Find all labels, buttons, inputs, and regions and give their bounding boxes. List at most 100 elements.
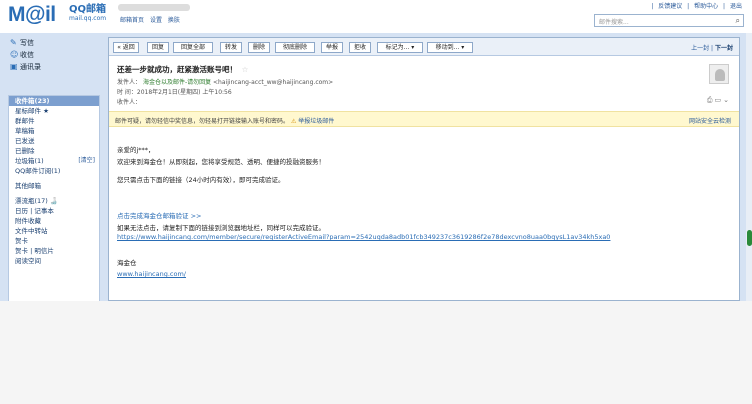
mail-app: M@il QQ邮箱 mail.qq.com 邮箱首页 设置 换肤 | 反馈建议 … xyxy=(0,0,752,404)
folder-spam-label: 垃圾箱(1) xyxy=(15,157,44,165)
signature: 海金仓 xyxy=(117,259,137,267)
folder-sent[interactable]: 已发送 xyxy=(9,136,99,146)
user-links: 邮箱首页 设置 换肤 xyxy=(120,15,184,24)
search-placeholder: 邮件搜索... xyxy=(599,19,629,26)
sidebar: ✎ 写信 ☺ 收信 ▣ 通讯录 收件箱(23) 星标邮件 ★ 群邮件 草稿箱 已发送 … xyxy=(8,37,100,305)
logo-subtitle: QQ邮箱 mail.qq.com xyxy=(69,4,106,23)
main-area: ✎ 写信 ☺ 收信 ▣ 通讯录 收件箱(23) 星标邮件 ★ 群邮件 草稿箱 已发送 … xyxy=(0,33,746,305)
link-logout[interactable]: 退出 xyxy=(730,3,742,10)
from-label: 发件人： xyxy=(117,79,142,86)
folder-starred[interactable]: 星标邮件 ★ xyxy=(9,106,99,116)
mail-body: 亲爱的j***， 欢迎来到海金仓！从即刻起，您将享受规范、透明、便捷的投融资服务… xyxy=(109,133,739,303)
from-line: 发件人： 海金仓以及邮件-请勿回复 <haijincang-acct_ww@ha… xyxy=(117,77,333,86)
separator: | xyxy=(687,3,690,10)
report-button[interactable]: 举报 xyxy=(321,42,343,53)
link-skin[interactable]: 换肤 xyxy=(168,17,180,24)
pen-icon: ✎ xyxy=(10,38,17,47)
star-icon[interactable]: ☆ xyxy=(242,65,249,74)
contacts-label: 通讯录 xyxy=(20,63,41,71)
greeting: 亲爱的j***， xyxy=(117,146,155,154)
logo[interactable]: M@il xyxy=(8,4,56,26)
empty-area xyxy=(0,301,752,404)
person-icon: ☺ xyxy=(10,50,19,59)
link-feedback[interactable]: 反馈建议 xyxy=(658,3,682,10)
empty-spam-link[interactable]: [清空] xyxy=(78,156,95,166)
permanent-delete-button[interactable]: 彻底删除 xyxy=(275,42,315,53)
warning-text: 邮件可疑，请勿轻信中奖信息，勿轻易打开链接输入账号和密码。 xyxy=(115,118,290,125)
folder-drafts[interactable]: 草稿箱 xyxy=(9,126,99,136)
verify-link[interactable]: 点击完成海金仓邮箱验证 >> xyxy=(117,210,201,220)
instruction-text: 您只需点击下面的链接（24小时内有效），即可完成验证。 xyxy=(117,176,285,184)
sender-name[interactable]: 海金仓以及邮件-请勿回复 xyxy=(143,79,211,86)
site-link[interactable]: www.haijincang.com/ xyxy=(117,270,186,278)
mark-as-dropdown[interactable]: 标记为... ▾ xyxy=(377,42,423,53)
avatar-placeholder-icon xyxy=(715,69,725,81)
reject-button[interactable]: 拒收 xyxy=(349,42,371,53)
search-input[interactable]: 邮件搜索... ⌕ xyxy=(594,14,744,27)
mail-subject: 还差一步就成功，赶紧激活账号吧！ ☆ xyxy=(117,64,248,75)
pager: 上一封 | 下一封 xyxy=(691,43,733,52)
folder-cards[interactable]: 贺卡 xyxy=(9,236,99,246)
report-icon: ⚠ xyxy=(290,118,297,125)
compose-label: 写信 xyxy=(20,39,34,47)
receive-label: 收信 xyxy=(20,51,34,59)
user-name-redacted xyxy=(118,4,190,11)
link-help[interactable]: 帮助中心 xyxy=(694,3,718,10)
expand-icon[interactable]: ▭ xyxy=(715,96,724,104)
subject-text: 还差一步就成功，赶紧激活账号吧！ xyxy=(117,65,237,74)
warning-text-wrap: 邮件可疑，请勿轻信中奖信息，勿轻易打开链接输入账号和密码。 ⚠ 举报垃圾邮件 xyxy=(115,116,334,125)
report-spam-link[interactable]: 举报垃圾邮件 xyxy=(298,118,334,125)
inbox-check-button[interactable]: ☺ 收信 xyxy=(8,49,100,60)
scrollbar[interactable] xyxy=(746,33,752,301)
mail-view: « 返回 回复 回复全部 转发 删除 彻底删除 举报 拒收 标记为... ▾ 移… xyxy=(108,37,740,301)
side-widget-icon[interactable] xyxy=(747,230,752,246)
folder-list: 收件箱(23) 星标邮件 ★ 群邮件 草稿箱 已发送 已删除 垃圾箱(1) [清空… xyxy=(8,95,100,305)
top-bar: M@il QQ邮箱 mail.qq.com 邮箱首页 设置 换肤 | 反馈建议 … xyxy=(0,0,752,33)
delete-button[interactable]: 删除 xyxy=(248,42,270,53)
folder-reading[interactable]: 阅读空间 xyxy=(9,256,99,266)
verify-url[interactable]: https://www.haijincang.com/member/secure… xyxy=(117,233,610,241)
search-icon[interactable]: ⌕ xyxy=(736,16,740,26)
top-links: | 反馈建议 | 帮助中心 | 退出 xyxy=(648,1,742,10)
folder-deleted[interactable]: 已删除 xyxy=(9,146,99,156)
copy-hint: 如果无法点击，请复制下面的链接到浏览器地址栏，同样可以完成验证。 xyxy=(117,224,325,232)
folder-group[interactable]: 群邮件 xyxy=(9,116,99,126)
suspicious-warning: 邮件可疑，请勿轻信中奖信息，勿轻易打开链接输入账号和密码。 ⚠ 举报垃圾邮件 网… xyxy=(109,111,739,127)
welcome-text: 欢迎来到海金仓！从即刻起，您将享受规范、透明、便捷的投融资服务！ xyxy=(117,158,325,166)
reply-button[interactable]: 回复 xyxy=(147,42,169,53)
folder-postcards[interactable]: 贺卡 | 明信片 xyxy=(9,246,99,256)
avatar xyxy=(709,64,729,84)
folder-attachments[interactable]: 附件收藏 xyxy=(9,216,99,226)
move-to-dropdown[interactable]: 移动到... ▾ xyxy=(427,42,473,53)
to-line: 收件人： xyxy=(117,99,142,106)
mail-header: 还差一步就成功，赶紧激活账号吧！ ☆ 发件人： 海金仓以及邮件-请勿回复 <ha… xyxy=(109,56,739,111)
link-home[interactable]: 邮箱首页 xyxy=(120,17,144,24)
logo-url: mail.qq.com xyxy=(69,15,107,22)
contacts-button[interactable]: ▣ 通讯录 xyxy=(8,61,100,72)
next-mail-link[interactable]: 下一封 xyxy=(715,45,733,52)
folder-inbox[interactable]: 收件箱(23) xyxy=(9,96,99,106)
folder-calendar[interactable]: 日历 | 记事本 xyxy=(9,206,99,216)
separator: | xyxy=(651,3,654,10)
mail-toolbar: « 返回 回复 回复全部 转发 删除 彻底删除 举报 拒收 标记为... ▾ 移… xyxy=(109,38,739,56)
link-settings[interactable]: 设置 xyxy=(150,17,162,24)
sender-address: <haijincang-acct_ww@haijincang.com> xyxy=(213,79,334,86)
reply-all-button[interactable]: 回复全部 xyxy=(173,42,213,53)
folder-other-mailboxes[interactable]: 其他邮箱 xyxy=(9,181,99,191)
folder-drift-bottle[interactable]: 漂流瓶(17) 🍶 xyxy=(9,196,99,206)
compose-button[interactable]: ✎ 写信 xyxy=(8,37,100,48)
folder-spam[interactable]: 垃圾箱(1) [清空] xyxy=(9,156,99,166)
more-icon[interactable]: ⌄ xyxy=(723,96,731,104)
time-line: 时 间：2018年2月1日(星期四) 上午10:56 xyxy=(117,89,232,96)
card-icon: ▣ xyxy=(10,62,18,71)
folder-subscriptions[interactable]: QQ邮件订阅(1) xyxy=(9,166,99,176)
folder-file-transfer[interactable]: 文件中转站 xyxy=(9,226,99,236)
print-icon[interactable]: ⎙ xyxy=(707,96,715,104)
separator: | xyxy=(723,3,726,10)
logo-cn: QQ邮箱 xyxy=(69,4,107,15)
safety-check-link[interactable]: 网站安全云检测 xyxy=(689,116,731,125)
prev-mail-link[interactable]: 上一封 xyxy=(691,45,709,52)
forward-button[interactable]: 转发 xyxy=(220,42,242,53)
back-button[interactable]: « 返回 xyxy=(113,42,139,53)
header-icons: ⎙▭⌄ xyxy=(707,96,731,105)
